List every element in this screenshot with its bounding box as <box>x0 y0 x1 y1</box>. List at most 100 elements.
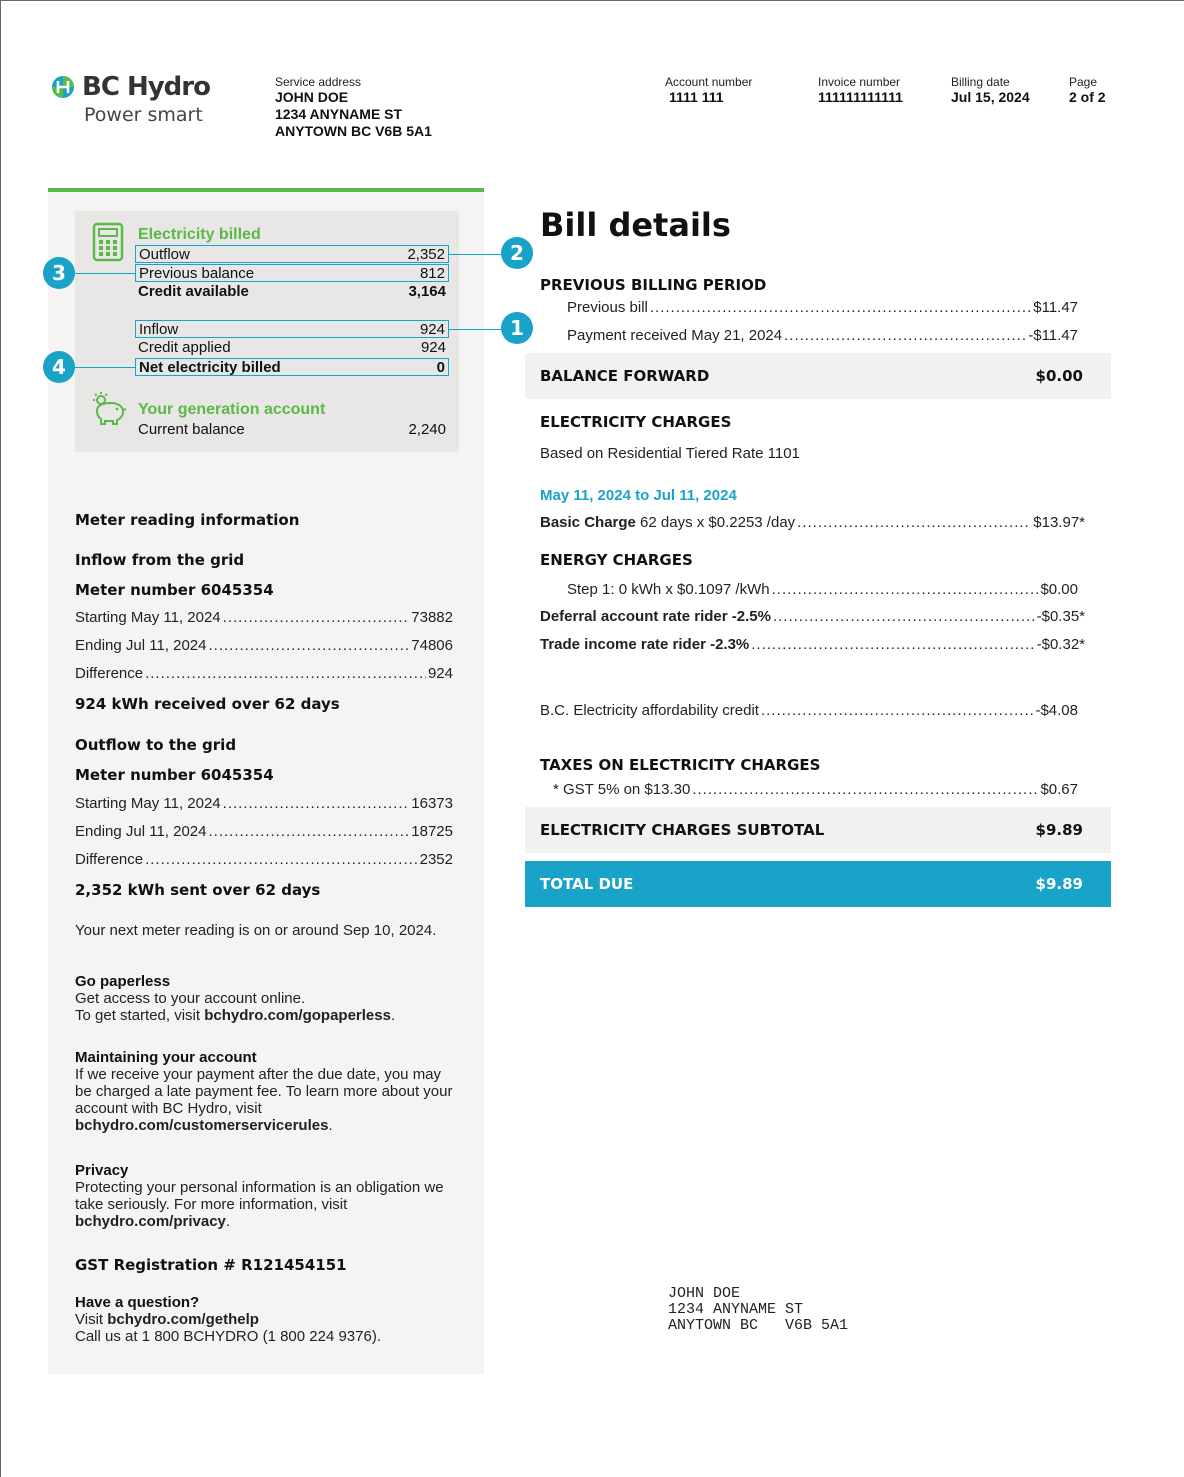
account-number-value: 1111 111 <box>669 89 724 105</box>
summary-value: 924 <box>419 321 445 338</box>
basic-charge-value: $13.97* <box>1033 514 1085 531</box>
payment-received-label: Payment received May 21, 2024 <box>567 327 783 344</box>
summary-value: 0 <box>436 359 445 376</box>
summary-row-outflow: Outflow 2,352 <box>135 245 449 263</box>
summary-label: Net electricity billed <box>139 359 281 376</box>
reading-value: 2352 <box>419 851 453 868</box>
account-number-label: Account number <box>665 75 753 89</box>
total-due-band: TOTAL DUE $9.89 <box>525 861 1111 907</box>
balance-forward-band: BALANCE FORWARD $0.00 <box>525 353 1111 399</box>
summary-value: 3,164 <box>408 283 446 300</box>
page-number-label: Page <box>1069 75 1098 89</box>
customer-service-rules-link[interactable]: bchydro.com/customerservicerules <box>75 1117 328 1134</box>
summary-label: Credit applied <box>138 339 231 356</box>
summary-value: 924 <box>420 339 446 356</box>
reading-label: Difference <box>75 851 144 868</box>
gethelp-link[interactable]: bchydro.com/gethelp <box>107 1311 259 1328</box>
taxes-title: TAXES ON ELECTRICITY CHARGES <box>540 756 821 774</box>
step1-row: Step 1: 0 kWh x $0.1097 /kWh $0.00 <box>567 581 1078 599</box>
summary-row-inflow: Inflow 924 <box>135 320 449 338</box>
current-balance-label: Current balance <box>138 421 245 438</box>
outflow-meter-number: Meter number 6045354 <box>75 766 274 784</box>
electricity-billed-title: Electricity billed <box>138 226 261 243</box>
previous-bill-label: Previous bill <box>567 299 648 316</box>
go-paperless-line1: Get access to your account online. <box>75 990 306 1007</box>
maintaining-account-title: Maintaining your account <box>75 1049 257 1066</box>
mailing-address: JOHN DOE 1234 ANYNAME ST ANYTOWN BC V6B … <box>668 1286 848 1334</box>
total-due-label: TOTAL DUE <box>540 875 634 893</box>
privacy-text: Protecting your personal information is … <box>75 1179 444 1213</box>
maintaining-account-section: Maintaining your account If we receive y… <box>75 1049 455 1134</box>
previous-period-title: PREVIOUS BILLING PERIOD <box>540 276 767 294</box>
summary-value: 812 <box>419 265 445 282</box>
have-question-pre: Visit <box>75 1311 108 1328</box>
have-question-title: Have a question? <box>75 1294 200 1311</box>
previous-bill-value: $11.47 <box>1033 299 1078 316</box>
service-name: JOHN DOE <box>275 89 349 105</box>
maintaining-account-post: . <box>328 1117 333 1134</box>
summary-label: Previous balance <box>139 265 255 282</box>
page-number: Page 2 of 2 <box>1069 75 1106 106</box>
callout-badge-3: 3 <box>43 257 75 289</box>
affordability-credit-value: -$4.08 <box>1035 702 1078 719</box>
privacy-link[interactable]: bchydro.com/privacy <box>75 1213 226 1230</box>
bchydro-logo-icon <box>52 76 74 98</box>
affordability-credit-label: B.C. Electricity affordability credit <box>540 702 759 719</box>
deferral-rider-label: Deferral account rate rider -2.5% <box>540 608 771 625</box>
bchydro-logo: BC Hydro Power smart <box>48 72 228 126</box>
total-due-value: $9.89 <box>1035 875 1083 893</box>
privacy-title: Privacy <box>75 1162 129 1179</box>
logo-tagline: Power smart <box>84 104 203 126</box>
gst-row: * GST 5% on $13.30 $0.67 <box>553 781 1078 799</box>
affordability-credit-row: B.C. Electricity affordability credit -$4… <box>540 702 1078 720</box>
outflow-difference-row: Difference 2352 <box>75 851 453 869</box>
reading-value: 18725 <box>411 823 453 840</box>
basic-charge-label: 62 days x $0.2253 /day <box>635 514 796 531</box>
summary-label: Inflow <box>139 321 179 338</box>
rate-text: Based on Residential Tiered Rate 1101 <box>540 445 800 462</box>
current-balance-row: Current balance 2,240 <box>138 421 446 438</box>
summary-value: 2,352 <box>407 246 445 263</box>
outflow-title: Outflow to the grid <box>75 736 237 754</box>
subtotal-band: ELECTRICITY CHARGES SUBTOTAL $9.89 <box>525 807 1111 853</box>
gst-value: $0.67 <box>1040 781 1078 798</box>
privacy-section: Privacy Protecting your personal informa… <box>75 1162 459 1230</box>
privacy-post: . <box>225 1213 231 1230</box>
meter-info-title: Meter reading information <box>75 511 300 529</box>
outflow-start-row: Starting May 11, 2024 16373 <box>75 795 453 813</box>
payment-received-value: -$11.47 <box>1028 327 1078 344</box>
trade-rider-label: Trade income rate rider -2.3% <box>540 636 750 653</box>
service-address: Service address JOHN DOE 1234 ANYNAME ST… <box>275 75 432 140</box>
deferral-rider-value: -$0.35* <box>1036 608 1085 625</box>
callout-line-3 <box>66 273 135 274</box>
balance-forward-value: $0.00 <box>1035 367 1083 385</box>
current-balance-value: 2,240 <box>408 421 446 438</box>
outflow-summary: 2,352 kWh sent over 62 days <box>75 881 321 899</box>
step1-label: Step 1: 0 kWh x $0.1097 /kWh <box>567 581 770 598</box>
basic-charge-row: Basic Charge 62 days x $0.2253 /day $13.9… <box>540 514 1085 532</box>
mailing-line3: ANYTOWN BC V6B 5A1 <box>668 1317 849 1334</box>
maintaining-account-text: If we receive your payment after the due… <box>75 1066 453 1117</box>
reading-label: Starting May 11, 2024 <box>75 795 221 812</box>
reading-label: Ending Jul 11, 2024 <box>75 823 207 840</box>
bill-details-title: Bill details <box>540 206 731 244</box>
callout-badge-1: 1 <box>501 312 533 344</box>
summary-row-net-billed: Net electricity billed 0 <box>135 358 449 376</box>
payment-received-row: Payment received May 21, 2024 -$11.47 <box>567 327 1078 345</box>
subtotal-label: ELECTRICITY CHARGES SUBTOTAL <box>540 821 825 839</box>
reading-label: Starting May 11, 2024 <box>75 609 221 626</box>
trade-rider-row: Trade income rate rider -2.3% -$0.32* <box>540 636 1085 654</box>
next-reading-text: Your next meter reading is on or around … <box>75 922 437 939</box>
trade-rider-value: -$0.32* <box>1036 636 1085 653</box>
mailing-line2: 1234 ANYNAME ST <box>668 1301 804 1318</box>
go-paperless-pre: To get started, visit <box>75 1007 205 1024</box>
reading-label: Difference <box>75 665 144 682</box>
go-paperless-post: . <box>390 1007 396 1024</box>
go-paperless-link[interactable]: bchydro.com/gopaperless <box>204 1007 391 1024</box>
callout-line-4 <box>66 367 135 368</box>
deferral-rider-row: Deferral account rate rider -2.5% -$0.35* <box>540 608 1085 626</box>
reading-value: 924 <box>427 665 453 682</box>
summary-row-previous-balance: Previous balance 812 <box>135 264 449 282</box>
basic-charge-label-bold: Basic Charge <box>540 514 636 531</box>
inflow-difference-row: Difference 924 <box>75 665 453 683</box>
